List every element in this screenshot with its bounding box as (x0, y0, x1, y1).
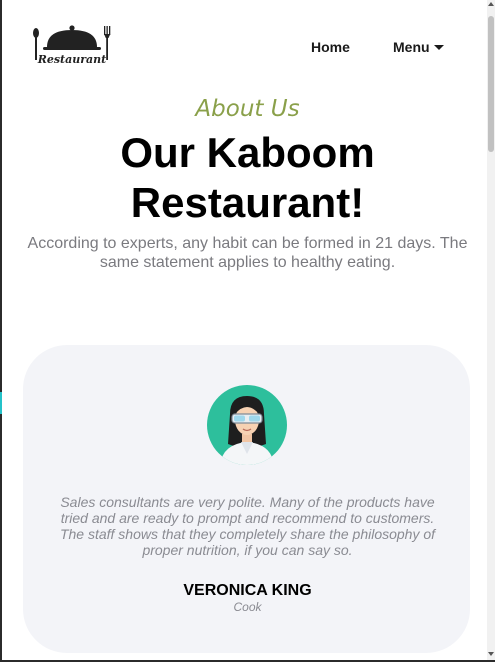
hero-subtitle: According to experts, any habit can be f… (27, 235, 468, 271)
testimonial-author-name: VERONICA KING (183, 582, 312, 599)
section-eyebrow: About Us (195, 96, 300, 122)
nav-home-link[interactable]: Home (311, 39, 350, 55)
avatar (206, 384, 288, 466)
person-with-goggles-icon (207, 385, 287, 465)
scrollbar-thumb[interactable] (488, 16, 494, 152)
scroll-down-arrow-icon[interactable] (488, 652, 494, 656)
testimonial-quote: Sales consultants are very polite. Many … (59, 494, 436, 558)
vertical-scrollbar[interactable] (487, 0, 495, 662)
page-title: Our Kaboom Restaurant! (0, 128, 495, 228)
page-title-line-2: Restaurant! (130, 179, 365, 226)
nav-menu-dropdown[interactable]: Menu (393, 39, 444, 55)
logo-wordmark: Restaurant (37, 53, 107, 66)
caret-down-icon (433, 45, 444, 50)
nav-menu-label: Menu (393, 39, 430, 55)
cloche-icon: Restaurant (33, 25, 111, 66)
testimonial-author-role: Cook (233, 600, 262, 614)
side-accent-marker (0, 392, 2, 414)
page-title-line-1: Our Kaboom (120, 129, 375, 176)
scroll-up-arrow-icon[interactable] (488, 2, 494, 6)
restaurant-logo[interactable]: Restaurant (31, 22, 113, 66)
